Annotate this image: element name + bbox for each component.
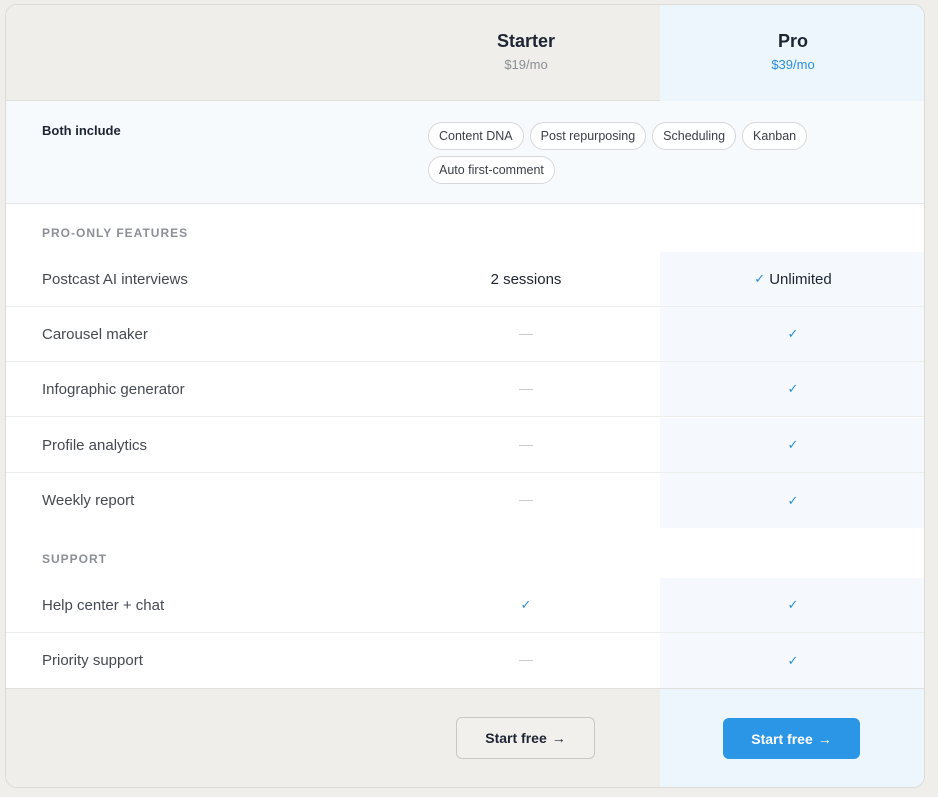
dash-icon — [519, 500, 533, 501]
pro-plan-header: Pro $39/mo — [660, 5, 924, 101]
starter-value: ✓ — [392, 578, 660, 632]
check-icon: ✓ — [520, 597, 532, 612]
check-icon: ✓ — [787, 326, 799, 341]
feature-label: Weekly report — [42, 492, 135, 509]
table-row: Priority support ✓ — [6, 633, 924, 688]
pro-value: ✓ — [660, 473, 924, 528]
starter-plan-price: $19/mo — [504, 57, 548, 72]
feature-chip: Scheduling — [652, 122, 737, 150]
starter-value — [392, 307, 660, 361]
feature-chip: Kanban — [742, 122, 808, 150]
starter-value — [392, 418, 660, 472]
starter-plan-header: Starter $19/mo — [392, 5, 660, 101]
feature-label: Help center + chat — [42, 596, 165, 614]
check-icon: ✓ — [787, 492, 799, 508]
starter-plan-name: Starter — [496, 31, 556, 51]
feature-label: Postcast AI interviews — [42, 270, 188, 288]
check-icon: ✓ — [787, 381, 799, 396]
plan-header: Starter $19/mo Pro $39/mo — [6, 5, 924, 101]
feature-chip: Post repurposing — [529, 122, 647, 150]
cta-footer: Start free → Start free → — [6, 688, 924, 787]
feature-chip: Auto first-comment — [428, 156, 555, 184]
check-icon: ✓ — [787, 597, 799, 612]
pro-plan-price: $39/mo — [771, 57, 815, 72]
shared-features-chips: Content DNA Post repurposing Scheduling … — [428, 122, 828, 184]
check-icon: ✓ — [754, 271, 766, 286]
pricing-comparison-card: Starter $19/mo Pro $39/mo Both include C… — [5, 4, 925, 788]
starter-value: 2 sessions — [392, 252, 660, 306]
starter-value-text: 2 sessions — [490, 270, 562, 288]
pro-value: ✓ Unlimited — [660, 252, 924, 306]
dash-icon — [519, 660, 533, 661]
table-row: Postcast AI interviews 2 sessions ✓ Unlim… — [6, 252, 924, 307]
section-label-support: SUPPORT — [42, 552, 108, 566]
pro-value: ✓ — [660, 578, 924, 632]
starter-cta-label: Start free — [485, 730, 547, 746]
table-row: Profile analytics ✓ — [6, 418, 924, 473]
dash-icon — [519, 444, 533, 446]
table-row: Carousel maker ✓ — [6, 307, 924, 362]
both-include-section: Both include Content DNA Post repurposin… — [6, 101, 924, 204]
table-row: Help center + chat ✓ ✓ — [6, 578, 924, 633]
feature-label: Infographic generator — [42, 380, 185, 398]
starter-value — [392, 362, 660, 416]
dash-icon — [519, 388, 533, 390]
check-icon: ✓ — [787, 437, 799, 452]
pro-cta-label: Start free — [751, 730, 813, 747]
feature-label: Carousel maker — [42, 325, 148, 343]
table-row: Infographic generator ✓ — [6, 362, 924, 417]
pro-value: ✓ — [660, 307, 924, 361]
feature-chip: Content DNA — [428, 122, 524, 150]
pro-value: ✓ — [660, 362, 924, 416]
check-icon: ✓ — [787, 652, 799, 668]
starter-value — [392, 473, 660, 528]
both-include-label: Both include — [42, 123, 121, 138]
section-label-pro-only: PRO-ONLY FEATURES — [42, 226, 189, 240]
arrow-right-icon: → — [551, 730, 566, 746]
pro-value: ✓ — [660, 633, 924, 688]
table-row: Weekly report ✓ — [6, 473, 924, 528]
arrow-right-icon: → — [817, 730, 832, 747]
feature-label: Priority support — [42, 652, 143, 669]
pro-plan-name: Pro — [777, 31, 808, 51]
feature-label: Profile analytics — [42, 436, 148, 454]
pro-value-text: Unlimited — [769, 270, 832, 288]
starter-start-free-button[interactable]: Start free → — [456, 717, 595, 759]
dash-icon — [519, 333, 533, 335]
starter-value — [392, 633, 660, 688]
pro-start-free-button[interactable]: Start free → — [723, 718, 860, 759]
pro-value: ✓ — [660, 418, 924, 472]
